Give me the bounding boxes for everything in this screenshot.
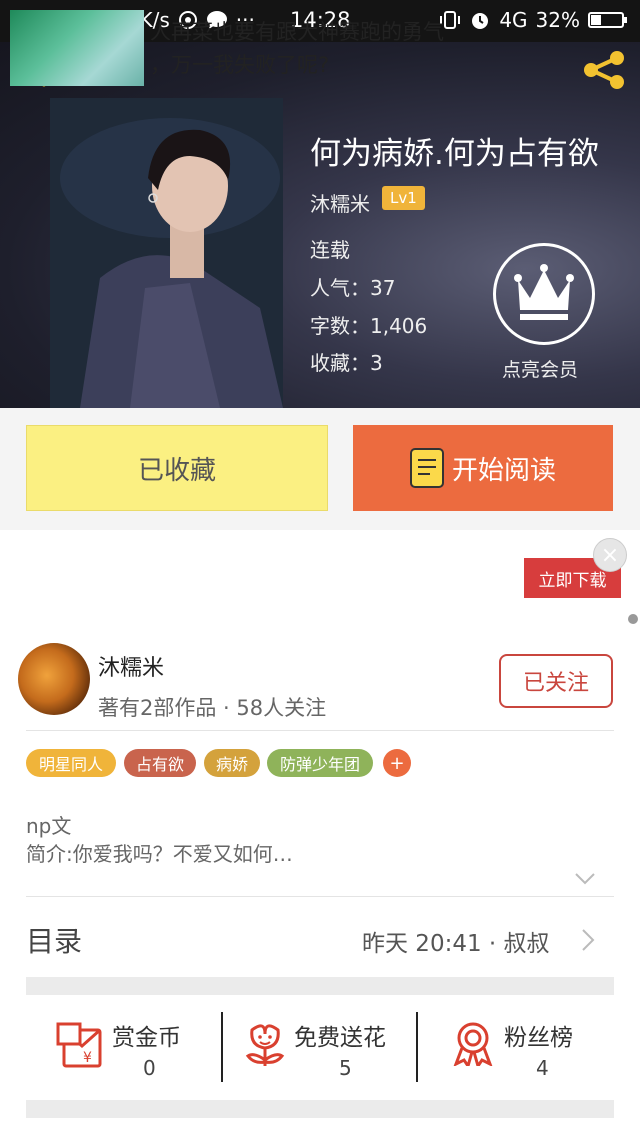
vip-label[interactable]: 点亮会员 <box>502 355 578 382</box>
book-author-name[interactable]: 沐糯米 <box>310 188 370 217</box>
vip-crown-button[interactable] <box>493 243 595 345</box>
ad-line-2: ，万一我失败了呢? <box>150 53 330 77</box>
start-reading-label: 开始阅读 <box>451 455 556 486</box>
ad-marker-icon <box>628 614 638 624</box>
description-summary: 简介:你爱我吗？不爱又如何… <box>26 842 293 866</box>
avatar[interactable] <box>18 643 90 715</box>
section-band <box>26 977 614 995</box>
ad-text[interactable]: 人再菜也要有跟大神赛跑的勇气 ，万一我失败了呢? <box>150 16 444 82</box>
tag-item[interactable]: 防弹少年团 <box>267 749 373 777</box>
book-title: 何为病娇.何为占有欲 <box>310 136 599 172</box>
stat-label[interactable]: 赏金币 <box>112 1018 181 1052</box>
tag-item[interactable]: 占有欲 <box>124 749 196 777</box>
ad-close-icon[interactable]: × <box>593 538 627 572</box>
medal-icon[interactable] <box>448 1020 498 1066</box>
divider <box>416 1012 418 1082</box>
crown-icon <box>514 264 574 320</box>
alarm-icon <box>472 13 489 29</box>
section-band <box>26 1100 614 1118</box>
book-cover-image[interactable] <box>50 98 283 408</box>
cover-photo <box>50 98 283 408</box>
author-stats: 著有2部作品 · 58人关注 <box>98 696 327 720</box>
svg-text:¥: ¥ <box>83 1050 92 1066</box>
battery-icon <box>588 12 627 28</box>
share-icon[interactable] <box>580 50 628 90</box>
divider <box>26 730 614 731</box>
red-envelope-yen-icon[interactable]: ¥ <box>56 1022 106 1068</box>
toc-latest-update[interactable]: 昨天 20:41 · 叔叔 <box>362 924 550 958</box>
flower-icon[interactable] <box>240 1022 290 1068</box>
tag-item[interactable]: 病娇 <box>204 749 260 777</box>
chevron-right-icon[interactable] <box>580 928 596 952</box>
battery-percent: 32% <box>535 8 580 32</box>
stat-label[interactable]: 免费送花 <box>294 1018 386 1052</box>
add-tag-button[interactable]: + <box>383 749 411 777</box>
tag-item[interactable]: 明星同人 <box>26 749 116 777</box>
description-type: np文 <box>26 814 72 838</box>
toc-label[interactable]: 目录 <box>26 920 82 960</box>
book-popularity: 人气：37 <box>310 276 396 300</box>
stat-value: 4 <box>536 1056 549 1080</box>
stat-label[interactable]: 粉丝榜 <box>504 1018 573 1052</box>
divider <box>221 1012 223 1082</box>
book-status: 连载 <box>310 238 350 262</box>
follow-button[interactable]: 已关注 <box>499 654 613 708</box>
author-level-badge: Lv1 <box>382 186 425 210</box>
book-icon <box>409 448 444 488</box>
book-word-count: 字数：1,406 <box>310 314 428 338</box>
book-favorites: 收藏：3 <box>310 351 383 375</box>
start-reading-button[interactable]: 开始阅读 <box>353 425 613 511</box>
ad-image[interactable] <box>10 10 144 86</box>
divider <box>26 896 614 897</box>
ad-line-1: 人再菜也要有跟大神赛跑的勇气 <box>150 20 444 44</box>
collected-button[interactable]: 已收藏 <box>26 425 328 511</box>
stat-value: 0 <box>143 1056 156 1080</box>
network-type-right: 4G <box>499 8 528 32</box>
stat-value: 5 <box>339 1056 352 1080</box>
expand-chevron-icon[interactable] <box>574 872 596 886</box>
collected-label: 已收藏 <box>137 455 216 486</box>
author-name[interactable]: 沐糯米 <box>98 650 164 682</box>
